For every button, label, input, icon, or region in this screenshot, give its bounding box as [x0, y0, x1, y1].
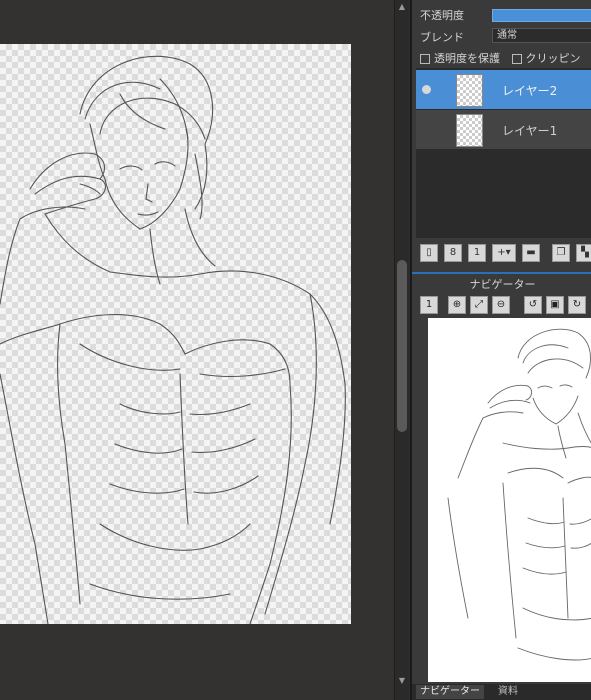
panel-bottom-tabs: ナビゲーター 資料	[412, 684, 591, 700]
layer-panel: 不透明度 ブレンド 通常 透明度を保護 クリッピン レイヤー2 レイヤー1 ▯ …	[410, 0, 591, 700]
panel-divider	[412, 272, 591, 274]
opacity-row: 不透明度	[412, 4, 591, 22]
layer-toolbar: ▯ 8 1 +▾ ▬ ❐ ▚	[416, 244, 591, 266]
new-8bit-layer-icon[interactable]: 8	[444, 244, 462, 262]
opacity-slider[interactable]	[492, 9, 591, 22]
tab-materials[interactable]: 資料	[494, 685, 522, 699]
layer-list: レイヤー2 レイヤー1	[416, 68, 591, 238]
opacity-label: 不透明度	[420, 9, 464, 22]
clipping-option[interactable]: クリッピン	[511, 52, 581, 65]
scroll-down-icon[interactable]: ▼	[397, 676, 407, 686]
new-layer-icon[interactable]: ▯	[420, 244, 438, 262]
tab-navigator[interactable]: ナビゲーター	[416, 685, 484, 699]
scrollbar-thumb[interactable]	[397, 260, 407, 432]
layer-thumbnail	[456, 114, 483, 147]
blend-row: ブレンド 通常	[412, 26, 591, 44]
blend-label: ブレンド	[420, 31, 464, 44]
navigator-thumbnail-drawing	[447, 328, 591, 661]
zoom-actual-icon[interactable]: 1	[420, 296, 438, 314]
new-folder-icon[interactable]: ▬	[522, 244, 540, 262]
layer-name: レイヤー1	[502, 124, 558, 138]
protect-alpha-label: 透明度を保護	[434, 52, 500, 65]
visibility-eye-icon[interactable]	[422, 85, 431, 94]
protect-alpha-checkbox[interactable]	[420, 54, 430, 64]
scroll-up-icon[interactable]: ▲	[397, 2, 407, 12]
add-layer-menu-icon[interactable]: +▾	[492, 244, 516, 262]
canvas-workspace[interactable]	[0, 0, 396, 700]
new-1bit-layer-icon[interactable]: 1	[468, 244, 486, 262]
layer-item-1[interactable]: レイヤー1	[416, 110, 591, 150]
merge-layer-icon[interactable]: ▚	[576, 244, 591, 262]
duplicate-layer-icon[interactable]: ❐	[552, 244, 570, 262]
zoom-out-icon[interactable]: ⊖	[492, 296, 510, 314]
fit-to-window-icon[interactable]: ⤢	[470, 296, 488, 314]
navigator-title: ナビゲーター	[469, 278, 536, 291]
reset-view-icon[interactable]: ▣	[546, 296, 564, 314]
protect-alpha-option[interactable]: 透明度を保護	[420, 52, 504, 65]
navigator-preview[interactable]	[428, 318, 591, 682]
navigator-toolbar: 1 ⊕ ⤢ ⊖ ↺ ▣ ↻	[416, 296, 591, 316]
rotate-left-icon[interactable]: ↺	[524, 296, 542, 314]
clipping-checkbox[interactable]	[511, 54, 522, 64]
layer-item-2[interactable]: レイヤー2	[416, 70, 591, 110]
rotate-right-icon[interactable]: ↻	[568, 296, 586, 314]
canvas-vertical-scrollbar[interactable]: ▲ ▼	[394, 0, 409, 700]
blend-mode-select[interactable]: 通常	[492, 28, 591, 43]
layer-options-row: 透明度を保護 クリッピン	[420, 50, 589, 66]
sketch-drawing	[0, 55, 346, 624]
clipping-label: クリッピン	[525, 52, 581, 65]
zoom-in-icon[interactable]: ⊕	[448, 296, 466, 314]
layer-thumbnail	[456, 74, 483, 107]
drawing-canvas[interactable]	[0, 44, 351, 624]
layer-name: レイヤー2	[502, 84, 558, 98]
